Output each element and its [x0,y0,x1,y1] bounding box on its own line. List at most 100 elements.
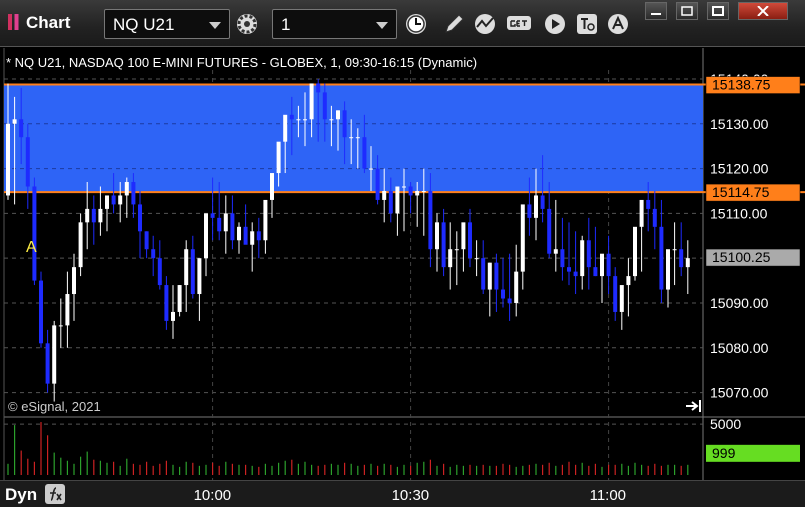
candle-body [25,137,30,187]
candle-body [237,226,241,241]
current-volume-label: 999 [712,445,736,461]
candle-body [375,168,380,200]
candle-body [527,204,532,218]
candle-body [652,208,657,227]
candle-body [223,213,228,232]
studies-button[interactable] [472,10,500,38]
candle-body [250,231,255,245]
symbol-value: NQ U21 [113,15,175,34]
candle-body [342,110,347,138]
symbol-combo[interactable]: NQ U21 [104,9,230,39]
candle-body [560,249,565,268]
candle-body [138,204,142,232]
alert-icon [608,14,628,34]
candle-body [626,276,631,286]
candle-body [487,262,492,290]
candle-body [65,294,70,326]
candle-body [283,114,288,142]
candle-body [184,249,189,286]
candle-body [567,267,571,272]
candle-body [355,137,360,139]
candle-body [91,208,96,223]
candle-body [197,258,202,295]
candle-body [382,190,387,200]
candle-body [428,190,433,250]
app-title: Chart [8,13,70,33]
candle-body [600,253,604,277]
restore-button[interactable] [676,2,698,20]
candle-body [98,208,103,223]
candle-body [164,285,169,321]
dynamic-mode-label[interactable]: Dyn [5,485,37,505]
candle-body [435,222,439,250]
symbol-settings-button[interactable] [233,10,261,38]
candle-body [586,240,591,268]
candle-body [593,267,598,277]
candle-body [606,253,611,277]
interval-combo[interactable]: 1 [272,9,397,39]
price-chart[interactable]: 15140.0015130.0015120.0015110.0015090.00… [0,48,805,480]
title-bar: Chart NQ U21 1 [0,0,805,47]
candle-body [672,249,677,251]
study-chart-icon [475,14,495,34]
candle-body [540,195,545,209]
candle-body [72,267,76,295]
get-icon [507,16,531,30]
candle-body [78,222,83,268]
candle-body [580,240,585,277]
get-data-button[interactable] [505,10,533,38]
candle-body [501,289,505,299]
candle-body [388,190,393,214]
close-icon [757,6,769,16]
minimize-button[interactable] [645,2,667,20]
candle-body [32,186,37,281]
candle-body [190,249,195,295]
time-axis-bar: Dyn 10:00 10:30 11:00 [0,480,805,507]
price-tick-label: 15080.00 [710,340,769,356]
close-button[interactable] [738,2,788,20]
candle-body [256,231,261,241]
time-tick-label: 10:00 [193,487,232,504]
candle-body [131,182,136,205]
candle-body [124,182,129,196]
candle-body [39,280,43,344]
time-and-sales-button[interactable] [573,10,601,38]
zone-fill [4,84,703,193]
replay-button[interactable] [541,10,569,38]
volume-tick-label: 5000 [710,416,741,432]
candle-body [448,249,453,268]
zone-top-price-label: 15138.75 [712,77,771,93]
candle-body [666,249,670,290]
candle-body [118,195,123,205]
candle-body [270,173,274,200]
candle-body [329,119,334,121]
candle-body [514,271,519,303]
candle-body [454,249,459,251]
interval-settings-button[interactable] [402,10,430,38]
candle-body [415,190,420,196]
candle-body [289,114,294,120]
formula-glyph [50,487,62,501]
candle-body [639,199,644,227]
minimize-icon [651,13,661,15]
clock-icon [406,14,426,34]
draw-tool-button[interactable] [440,10,468,38]
candle-body [441,222,446,268]
alert-button[interactable] [605,10,633,38]
candle-body [633,226,637,277]
candle-body [534,195,538,218]
candle-body [474,258,479,260]
current-price-label: 15100.25 [712,249,771,265]
price-tick-label: 15110.00 [710,205,768,221]
time-tick-label: 11:00 [589,487,627,504]
chart-area[interactable]: 15140.0015130.0015120.0015110.0015090.00… [0,48,805,485]
candle-body [547,208,552,254]
candle-body [230,213,235,241]
price-tick-label: 15070.00 [710,385,769,401]
maximize-icon [712,6,724,16]
candle-body [309,83,314,120]
maximize-button[interactable] [707,2,729,20]
formula-icon[interactable] [45,484,65,504]
candle-body [408,186,413,196]
candle-body [553,249,558,254]
